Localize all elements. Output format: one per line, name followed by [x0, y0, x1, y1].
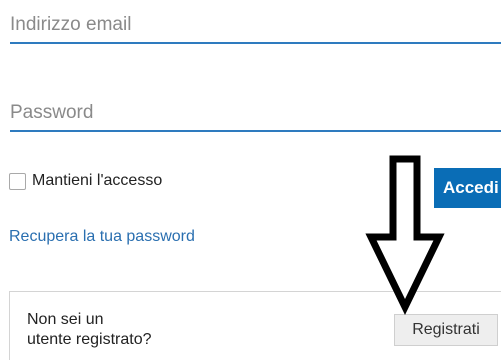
register-button[interactable]: Registrati: [394, 314, 498, 346]
remember-me-checkbox[interactable]: [9, 172, 26, 190]
email-field-container: [10, 0, 501, 44]
password-field-container: [10, 88, 501, 132]
register-prompt: Non sei un utente registrato?: [27, 310, 187, 350]
register-prompt-line2: utente registrato?: [27, 331, 152, 348]
remember-me-label: Mantieni l'accesso: [32, 172, 163, 189]
down-arrow-icon: [365, 155, 445, 315]
password-field[interactable]: [10, 102, 490, 124]
email-field[interactable]: [10, 14, 490, 36]
login-page: Mantieni l'accesso Accedi Recupera la tu…: [0, 0, 501, 360]
recover-password-link[interactable]: Recupera la tua password: [9, 228, 195, 246]
register-prompt-line1: Non sei un: [27, 311, 104, 328]
remember-me[interactable]: Mantieni l'accesso: [9, 172, 162, 190]
